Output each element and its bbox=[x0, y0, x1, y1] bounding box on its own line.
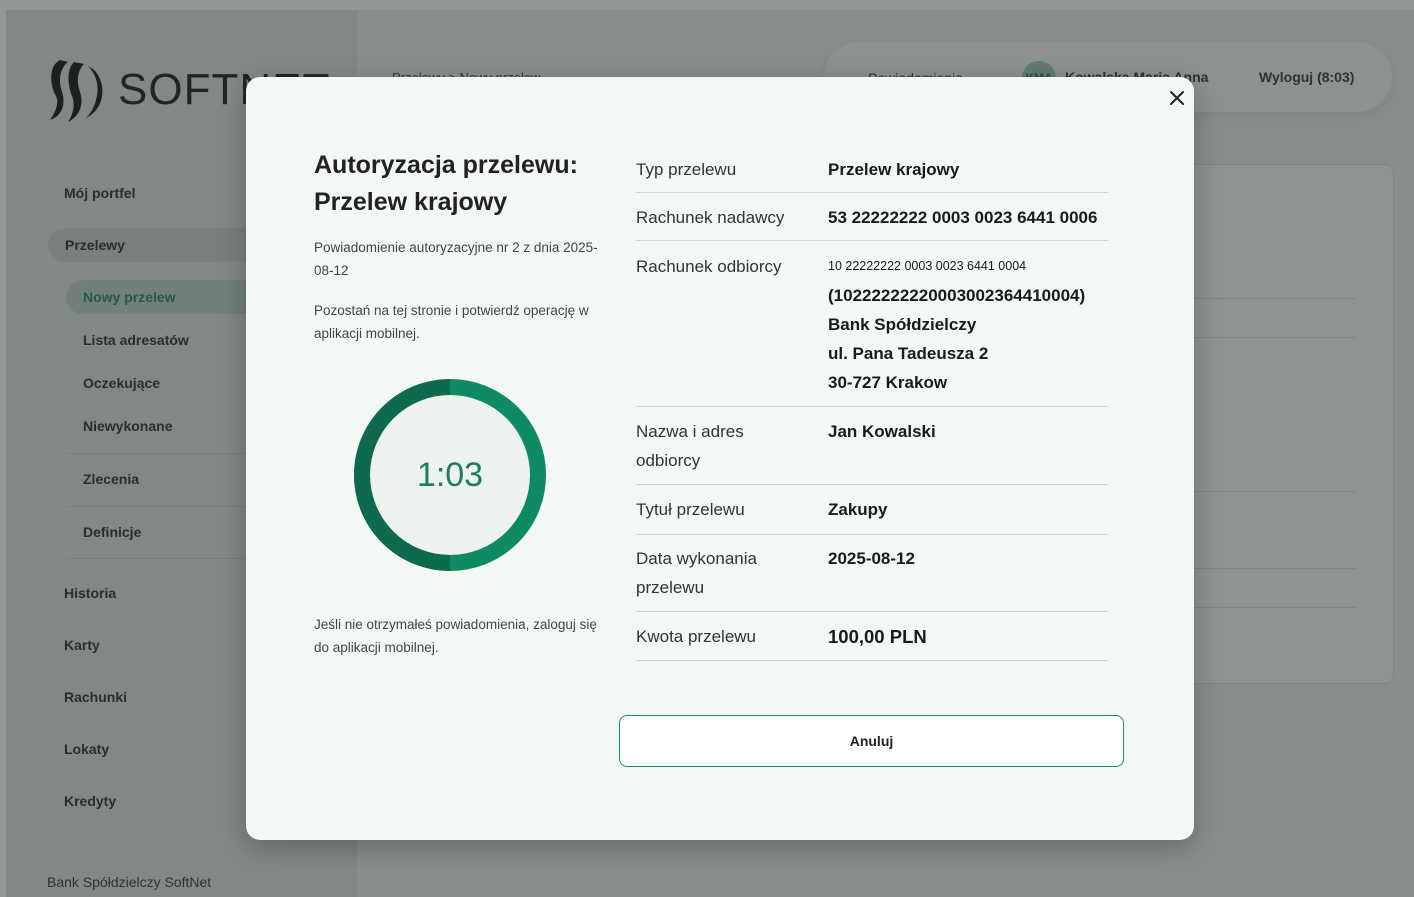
detail-label: Kwota przelewu bbox=[636, 627, 757, 646]
stay-on-page-info: Pozostań na tej stronie i potwierdź oper… bbox=[314, 303, 589, 341]
detail-divider bbox=[636, 240, 1108, 241]
detail-divider bbox=[636, 611, 1108, 612]
detail-value: Przelew krajowy bbox=[828, 160, 960, 179]
recipient-city: 30-727 Krakow bbox=[828, 373, 948, 392]
modal-title-line: Przelew krajowy bbox=[314, 188, 508, 216]
detail-label-line: przelewu bbox=[636, 578, 705, 597]
detail-divider bbox=[636, 484, 1108, 485]
recipient-street: ul. Pana Tadeusza 2 bbox=[828, 344, 989, 363]
detail-label: Typ przelewu bbox=[636, 160, 737, 179]
detail-value: 10 22222222 0003 0023 6441 0004 (1022222… bbox=[828, 252, 1118, 397]
notification-info: Powiadomienie autoryzacyjne nr 2 z dnia … bbox=[314, 240, 598, 278]
detail-divider bbox=[636, 406, 1108, 407]
close-button[interactable] bbox=[1164, 85, 1190, 111]
detail-value: 2025-08-12 bbox=[828, 549, 915, 568]
recipient-account-raw: (10222222220003002364410004) bbox=[828, 286, 1086, 305]
cancel-button[interactable]: Anuluj bbox=[619, 715, 1124, 767]
modal-title: Autoryzacja przelewu: Przelew krajowy bbox=[314, 147, 604, 221]
detail-label: Nazwa i adres odbiorcy bbox=[636, 417, 806, 475]
detail-label-line: Data wykonania bbox=[636, 549, 757, 568]
detail-divider bbox=[636, 192, 1108, 193]
detail-label: Data wykonania przelewu bbox=[636, 544, 806, 602]
detail-label: Rachunek odbiorcy bbox=[636, 257, 782, 276]
detail-label: Tytuł przelewu bbox=[636, 500, 745, 519]
recipient-bank: Bank Spółdzielczy bbox=[828, 315, 977, 334]
close-icon bbox=[1170, 91, 1184, 105]
fallback-info: Jeśli nie otrzymałeś powiadomienia, zalo… bbox=[314, 617, 597, 655]
detail-value: Zakupy bbox=[828, 500, 888, 519]
recipient-account: 10 22222222 0003 0023 6441 0004 bbox=[828, 259, 1027, 273]
detail-value: 100,00 PLN bbox=[828, 626, 927, 647]
countdown-timer: 1:03 bbox=[416, 455, 484, 494]
authorization-modal: Autoryzacja przelewu: Przelew krajowy Po… bbox=[246, 77, 1194, 840]
detail-value: 53 22222222 0003 0023 6441 0006 bbox=[828, 208, 1098, 227]
detail-label: Rachunek nadawcy bbox=[636, 208, 785, 227]
detail-divider bbox=[636, 534, 1108, 535]
detail-divider bbox=[636, 660, 1108, 661]
modal-title-line: Autoryzacja przelewu: bbox=[314, 151, 578, 179]
detail-label-line: Nazwa i adres bbox=[636, 422, 744, 441]
detail-label-line: odbiorcy bbox=[636, 451, 701, 470]
detail-value: Jan Kowalski bbox=[828, 422, 936, 441]
